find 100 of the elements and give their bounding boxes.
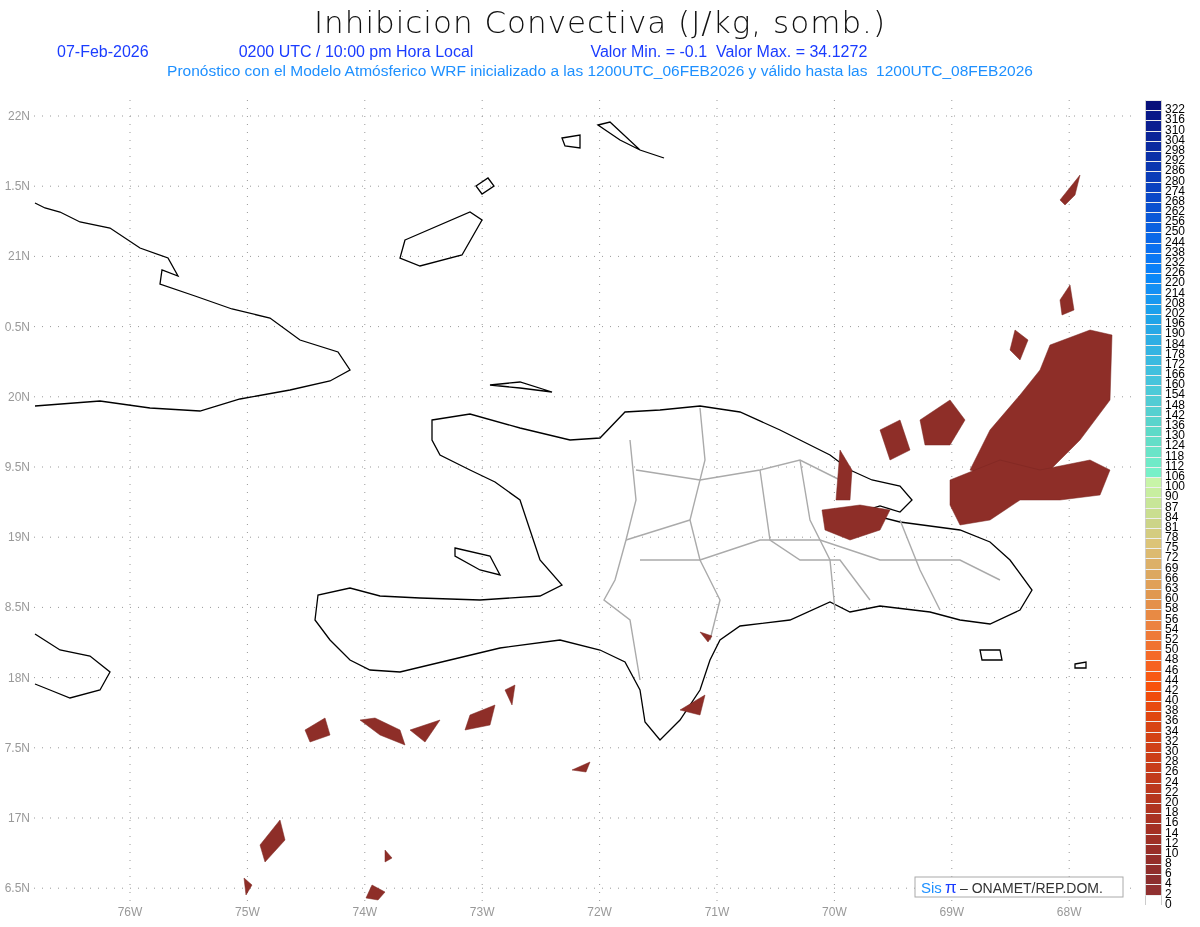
forecast-time: 0200 UTC / 10:00 pm Hora Local [238, 43, 474, 61]
legend-label: 46 [1165, 664, 1179, 676]
latitude-label: 7.5N [4, 740, 30, 755]
legend-label: 190 [1165, 328, 1186, 340]
longitude-label: 76W [117, 905, 143, 919]
legend-label: 298 [1165, 144, 1186, 156]
legend-label: 8 [1165, 858, 1172, 870]
legend-label: 238 [1165, 246, 1186, 258]
legend-label: 220 [1165, 277, 1186, 289]
legend-label: 40 [1165, 695, 1179, 707]
legend-label: 12 [1165, 837, 1179, 849]
legend-label: 26 [1165, 766, 1179, 778]
legend-label: 184 [1165, 338, 1186, 350]
legend-label: 52 [1165, 633, 1179, 645]
legend-label: 106 [1165, 470, 1186, 482]
latitude-label: 22N [8, 109, 30, 123]
legend-label: 250 [1165, 226, 1186, 238]
legend-label: 274 [1165, 185, 1186, 197]
legend-label: 100 [1165, 481, 1186, 493]
legend-label: 280 [1165, 175, 1186, 187]
latitude-label: 1.5N [4, 179, 30, 194]
legend-label: 166 [1165, 369, 1186, 381]
legend-label: 87 [1165, 501, 1179, 513]
legend-label: 42 [1165, 684, 1179, 696]
latitude-label: 9.5N [4, 460, 30, 474]
legend-label: 118 [1165, 450, 1185, 462]
legend-label: 24 [1165, 776, 1179, 788]
legend-label: 154 [1165, 389, 1186, 401]
legend-label: 63 [1165, 583, 1179, 594]
legend-label: 304 [1165, 134, 1186, 146]
legend-label: 4 [1165, 878, 1172, 890]
legend-label: 78 [1165, 532, 1179, 544]
legend-label: 58 [1165, 603, 1179, 615]
legend-label: 0 [1165, 898, 1172, 910]
legend-label: 90 [1165, 491, 1179, 503]
latitude-label: 20N [8, 389, 30, 404]
legend-label: 16 [1165, 817, 1179, 829]
legend-label: 50 [1165, 644, 1179, 656]
latitude-label: 18N [8, 670, 30, 685]
legend-label: 56 [1165, 613, 1179, 625]
legend-label: 28 [1165, 756, 1179, 768]
legend-label: 292 [1165, 155, 1186, 167]
longitude-label: 69W [939, 905, 965, 919]
latitude-label: 8.5N [4, 600, 30, 615]
forecast-date: 07-Feb-2026 [57, 43, 149, 61]
legend-label: 44 [1165, 674, 1179, 686]
legend-label: 136 [1165, 420, 1186, 431]
latitude-label: 21N [8, 249, 30, 264]
legend-label: 172 [1165, 358, 1186, 370]
latitude-label: 6.5N [4, 881, 30, 896]
legend-label: 2 [1165, 888, 1172, 900]
legend-label: 226 [1165, 267, 1186, 279]
legend-label: 112 [1165, 460, 1185, 472]
legend-label: 142 [1165, 409, 1186, 421]
latitude-label: 0.5N [4, 319, 30, 334]
legend-label: 256 [1165, 216, 1186, 228]
longitude-label: 75W [235, 905, 260, 919]
legend-label: 60 [1165, 593, 1179, 605]
legend-label: 48 [1165, 654, 1179, 666]
logo-symbol: π [945, 878, 957, 897]
legend-label: 316 [1165, 114, 1186, 126]
legend-label: 20 [1165, 796, 1179, 808]
legend-label: 160 [1165, 379, 1186, 391]
legend-label: 38 [1165, 705, 1179, 717]
legend-label: 81 [1165, 521, 1179, 533]
map-title: Inhibicion Convectiva (J/kg, somb.) [313, 4, 886, 40]
longitude-label: 71W [704, 905, 730, 919]
legend-label: 69 [1165, 562, 1179, 574]
legend-label: 6 [1165, 868, 1172, 880]
legend-label: 196 [1165, 318, 1186, 330]
legend-label: 178 [1165, 348, 1186, 360]
value-range: Valor Min. = -0.1 Valor Max. = 34.1272 [590, 43, 868, 61]
longitude-label: 68W [1056, 905, 1082, 919]
longitude-label: 74W [352, 905, 378, 919]
legend-label: 208 [1165, 297, 1186, 309]
legend-label: 18 [1165, 807, 1179, 819]
legend-label: 84 [1165, 511, 1179, 523]
credit-text: – ONAMET/REP.DOM. [960, 880, 1103, 896]
legend-label: 322 [1165, 104, 1186, 116]
legend-label: 286 [1165, 165, 1186, 177]
legend-label: 232 [1165, 257, 1186, 268]
legend-label: 30 [1165, 746, 1179, 757]
legend-label: 10 [1165, 847, 1179, 859]
legend-label: 54 [1165, 623, 1179, 635]
legend-label: 75 [1165, 542, 1179, 554]
legend-label: 202 [1165, 307, 1186, 319]
legend-label: 22 [1165, 786, 1179, 798]
legend-label: 268 [1165, 195, 1186, 207]
longitude-label: 73W [469, 905, 495, 919]
legend-label: 66 [1165, 572, 1179, 584]
longitude-label: 70W [822, 905, 847, 919]
legend-label: 244 [1165, 236, 1186, 248]
legend-label: 310 [1165, 124, 1186, 136]
legend-label: 32 [1165, 735, 1179, 747]
legend-label: 34 [1165, 725, 1179, 737]
legend-label: 72 [1165, 552, 1179, 564]
forecast-description: Pronóstico con el Modelo Atmósferico WRF inicializado a las 1200UTC_06FEB2026 y válido hasta las 1200UTC_08FEB2026 [167, 62, 1033, 80]
legend-label: 262 [1165, 206, 1186, 218]
legend-label: 148 [1165, 399, 1186, 411]
legend-label: 36 [1165, 715, 1179, 727]
